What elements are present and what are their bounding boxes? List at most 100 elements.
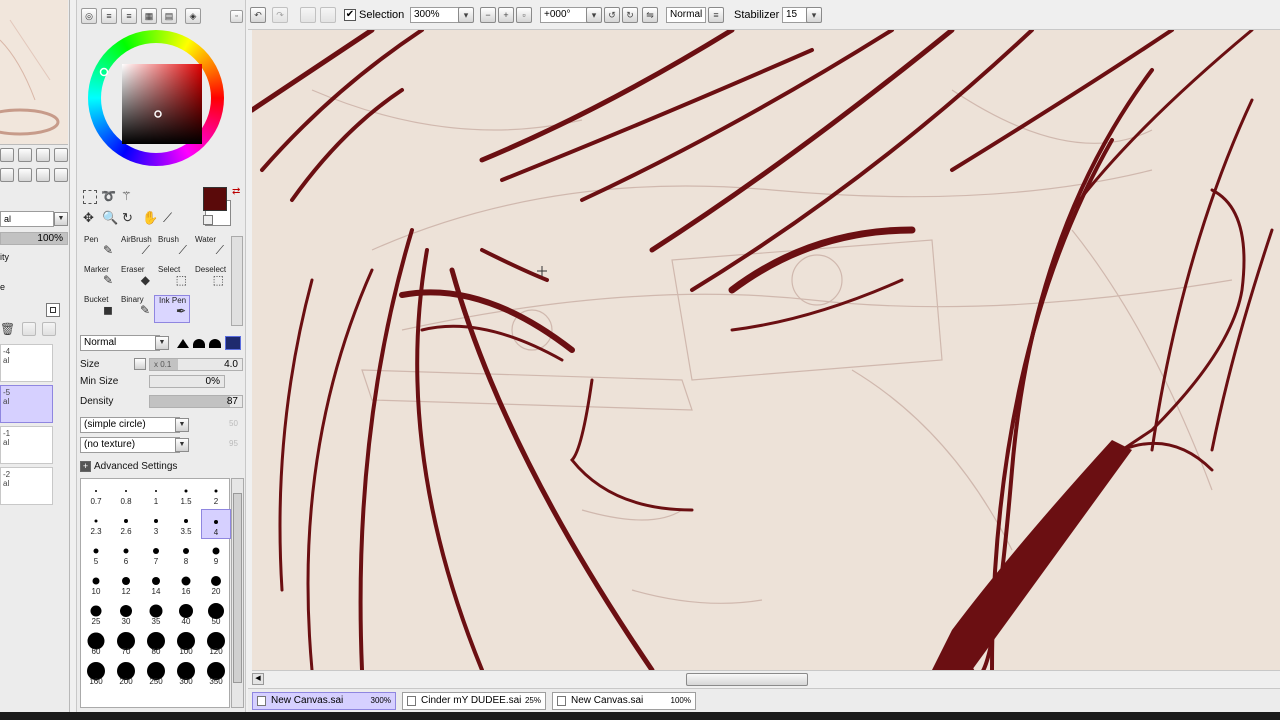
- rotate-ccw-button-icon[interactable]: ↺: [604, 7, 620, 23]
- rotate-right-icon[interactable]: [18, 168, 32, 182]
- undo-icon[interactable]: ↶: [250, 7, 266, 23]
- document-tab[interactable]: Cinder mY DUDEE.sai 25%: [402, 692, 546, 710]
- move-icon[interactable]: ✥: [83, 210, 94, 226]
- brush-size-option[interactable]: 6: [111, 539, 141, 569]
- zoom-in-icon[interactable]: [18, 148, 32, 162]
- brush-size-option[interactable]: 160: [81, 659, 111, 689]
- layer-row[interactable]: -1 al: [0, 426, 53, 464]
- brush-size-option[interactable]: 8: [171, 539, 201, 569]
- brush-size-option[interactable]: 9: [201, 539, 231, 569]
- brush-shape-select[interactable]: (simple circle): [80, 417, 180, 433]
- document-tab-active[interactable]: New Canvas.sai 300%: [252, 692, 396, 710]
- layer-merge-icon[interactable]: [22, 322, 36, 336]
- brush-size-option[interactable]: 60: [81, 629, 111, 659]
- tip-shape-soft-icon[interactable]: [209, 339, 221, 348]
- tool-slots-scrollbar[interactable]: [231, 236, 243, 326]
- brush-size-option[interactable]: 1.5: [171, 479, 201, 509]
- zoom-dropdown-icon[interactable]: ▾: [458, 7, 474, 23]
- tool-airbrush[interactable]: AirBrush ⟋: [117, 235, 153, 263]
- brush-size-option[interactable]: 3.5: [171, 509, 201, 539]
- brush-size-option[interactable]: 14: [141, 569, 171, 599]
- brush-size-option[interactable]: 3: [141, 509, 171, 539]
- invert-selection-icon[interactable]: [320, 7, 336, 23]
- brush-size-option[interactable]: 40: [171, 599, 201, 629]
- zoom-out-icon[interactable]: [0, 148, 14, 162]
- tool-select[interactable]: Select ⬚: [154, 265, 190, 293]
- zoom-select[interactable]: 300%: [410, 7, 462, 23]
- transparent-color-icon[interactable]: [203, 215, 213, 225]
- rotate-reset-icon[interactable]: [36, 168, 50, 182]
- view-mode-dropdown-icon[interactable]: ≡: [708, 7, 724, 23]
- horizontal-scroll-thumb[interactable]: [686, 673, 808, 686]
- brush-texture-select[interactable]: (no texture): [80, 437, 180, 453]
- brush-size-option[interactable]: 2.3: [81, 509, 111, 539]
- rotate-icon[interactable]: ↻: [122, 210, 133, 226]
- scratchpad-tab-icon[interactable]: ◈: [185, 8, 201, 24]
- brush-size-option[interactable]: 0.7: [81, 479, 111, 509]
- brush-size-option[interactable]: 2.6: [111, 509, 141, 539]
- color-wheel-tab-icon[interactable]: ◎: [81, 8, 97, 24]
- rgb-slider-tab-icon[interactable]: ≡: [101, 8, 117, 24]
- tool-pen[interactable]: Pen ✎: [80, 235, 116, 263]
- navigator-thumbnail[interactable]: [0, 0, 68, 145]
- brush-size-option[interactable]: 120: [201, 629, 231, 659]
- brush-size-option[interactable]: 300: [171, 659, 201, 689]
- tool-bucket[interactable]: Bucket ◼: [80, 295, 116, 323]
- brush-size-option[interactable]: 200: [111, 659, 141, 689]
- trash-icon[interactable]: 🗑: [0, 322, 15, 336]
- magic-wand-icon[interactable]: ⚚: [121, 189, 132, 203]
- brush-size-option[interactable]: 16: [171, 569, 201, 599]
- swap-colors-icon[interactable]: ⇄: [232, 186, 240, 197]
- min-size-slider[interactable]: 0%: [149, 375, 225, 388]
- brush-size-option[interactable]: 350: [201, 659, 231, 689]
- zoom-fit-icon[interactable]: [54, 148, 68, 162]
- density-slider[interactable]: 87: [149, 395, 243, 408]
- rotation-dropdown-icon[interactable]: ▾: [586, 7, 602, 23]
- flip-icon[interactable]: [54, 168, 68, 182]
- brush-size-option[interactable]: 35: [141, 599, 171, 629]
- brush-blend-dropdown-icon[interactable]: ▼: [155, 336, 169, 350]
- brush-texture-dropdown-icon[interactable]: ▼: [175, 438, 189, 452]
- zoom-icon[interactable]: 🔍: [102, 210, 118, 226]
- brush-size-option[interactable]: 1: [141, 479, 171, 509]
- brush-size-option[interactable]: 5: [81, 539, 111, 569]
- eyedropper-icon[interactable]: ⟋: [163, 210, 172, 226]
- brush-size-scrollbar[interactable]: [231, 478, 244, 708]
- swatches-tab-icon[interactable]: ▦: [141, 8, 157, 24]
- zoom-in-button-icon[interactable]: +: [498, 7, 514, 23]
- size-multiplier-icon[interactable]: [134, 358, 146, 370]
- brush-size-option[interactable]: 10: [81, 569, 111, 599]
- layer-blend-dropdown-icon[interactable]: ▼: [54, 212, 68, 226]
- brush-size-option[interactable]: 250: [141, 659, 171, 689]
- horizontal-scrollbar[interactable]: ◀: [252, 670, 1280, 687]
- tool-brush[interactable]: Brush ⟋: [154, 235, 190, 263]
- brush-size-option[interactable]: 80: [141, 629, 171, 659]
- layer-option-protect[interactable]: ity: [0, 252, 9, 262]
- rotate-cw-button-icon[interactable]: ↻: [622, 7, 638, 23]
- stabilizer-dropdown-icon[interactable]: ▾: [806, 7, 822, 23]
- tip-shape-square-icon[interactable]: [225, 336, 241, 350]
- layer-row-selected[interactable]: -5 al: [0, 385, 53, 423]
- brush-shape-dropdown-icon[interactable]: ▼: [175, 418, 189, 432]
- brush-size-option[interactable]: 0.8: [111, 479, 141, 509]
- scroll-left-icon[interactable]: ◀: [252, 673, 264, 685]
- tip-shape-round-icon[interactable]: [193, 339, 205, 348]
- zoom-out-button-icon[interactable]: −: [480, 7, 496, 23]
- tool-marker[interactable]: Marker ✎: [80, 265, 116, 293]
- brush-size-option[interactable]: 30: [111, 599, 141, 629]
- zoom-reset-icon[interactable]: [36, 148, 50, 162]
- lasso-icon[interactable]: ➰: [101, 189, 116, 203]
- color-wheel[interactable]: [87, 30, 237, 168]
- panel-menu-icon[interactable]: ▫: [230, 10, 243, 23]
- view-mode-select[interactable]: Normal: [666, 7, 706, 23]
- layer-row[interactable]: -4 al: [0, 344, 53, 382]
- deselect-icon[interactable]: [300, 7, 316, 23]
- redo-icon[interactable]: ↷: [272, 7, 288, 23]
- brush-size-option[interactable]: 100: [171, 629, 201, 659]
- layer-blend-mode-select[interactable]: al: [0, 211, 54, 227]
- rect-select-icon[interactable]: [83, 190, 97, 204]
- brush-size-option[interactable]: 50: [201, 599, 231, 629]
- user-color-tab-icon[interactable]: ▤: [161, 8, 177, 24]
- brush-size-option-selected[interactable]: 4: [201, 509, 231, 539]
- layer-row[interactable]: -2 al: [0, 467, 53, 505]
